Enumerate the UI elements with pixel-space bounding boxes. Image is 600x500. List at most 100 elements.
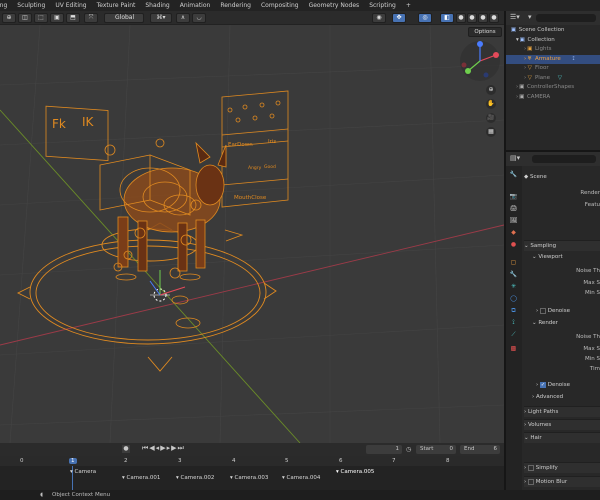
outliner-item-collection[interactable]: ▾▣ Collection <box>506 36 600 46</box>
shading-rendered-icon[interactable]: ● <box>489 13 499 23</box>
iris-label: Iris <box>268 139 277 145</box>
xray-icon[interactable]: ◧ <box>440 13 454 23</box>
particles-tab-icon[interactable]: ✳ <box>509 282 518 291</box>
current-frame-field[interactable]: 1 <box>366 445 402 454</box>
volumes-panel-header[interactable]: › Volumes <box>524 419 600 430</box>
outliner-item-scene-collection[interactable]: ▣ Scene Collection <box>506 26 600 36</box>
proportional-icon[interactable]: ∧ <box>176 13 190 23</box>
add-workspace-button[interactable]: + <box>401 0 416 11</box>
properties-search-input[interactable] <box>532 155 596 163</box>
gizmo-icon[interactable]: ✥ <box>392 13 406 23</box>
tab-scripting[interactable]: Scripting <box>364 0 401 11</box>
scene-tab-icon[interactable]: ◆ <box>509 228 518 237</box>
shading-material-icon[interactable]: ● <box>478 13 488 23</box>
tab-uv-editing[interactable]: UV Editing <box>50 0 91 11</box>
timeline-marker[interactable]: ▾ Camera.004 <box>282 475 320 481</box>
hair-panel-header[interactable]: ⌄ Hair <box>524 432 600 443</box>
denoise2-checkbox[interactable]: ✓ <box>539 381 546 388</box>
options-button[interactable]: Options <box>468 27 502 37</box>
outliner-item-armature[interactable]: ›♅ Armature ⟟ <box>506 54 600 64</box>
object-tab-icon[interactable]: ▢ <box>509 258 518 267</box>
properties-editor-icon[interactable]: ▤▾ <box>510 154 520 162</box>
tab-layout[interactable]: ing <box>0 0 12 11</box>
outliner-editor-icon[interactable]: ☰▾ <box>510 13 520 21</box>
sampling-panel-header[interactable]: ⌄ Sampling <box>524 240 600 251</box>
motion-blur-panel-header[interactable]: › Motion Blur <box>524 476 600 487</box>
tab-texture-paint[interactable]: Texture Paint <box>92 0 141 11</box>
denoise-checkbox[interactable] <box>539 307 546 314</box>
visibility-icon[interactable]: ◉ <box>372 13 386 23</box>
pan-hand-icon[interactable]: ✋ <box>486 99 496 109</box>
filter-icon[interactable]: ▾ <box>528 13 532 21</box>
shading-wire-icon[interactable]: ● <box>456 13 466 23</box>
marker-label: Camera.003 <box>234 475 269 481</box>
collection-icon: ▣ <box>519 93 525 100</box>
zoom-icon[interactable]: ⊕ <box>486 85 496 95</box>
navigation-gizmo[interactable] <box>458 39 502 83</box>
camera-view-icon[interactable]: 🎥 <box>486 113 496 123</box>
outliner-search-input[interactable] <box>536 14 596 22</box>
playback-controls[interactable]: ⏮◀◂▶▸▶⏭ <box>142 444 185 453</box>
record-icon[interactable]: ● <box>122 445 130 453</box>
timeline-marker[interactable]: ▾ Camera <box>70 469 96 475</box>
perspective-grid-icon[interactable]: ▦ <box>486 127 496 137</box>
playhead[interactable]: 1 <box>69 458 77 464</box>
tweak-icon[interactable]: ⬒ <box>66 13 80 23</box>
render-tab-icon[interactable]: 📷 <box>509 192 518 201</box>
viewport-subpanel-header[interactable]: ⌄ Viewport <box>524 252 600 262</box>
frame-tick: 0 <box>20 458 24 464</box>
light-paths-panel-header[interactable]: › Light Paths <box>524 406 600 417</box>
motion-blur-checkbox[interactable] <box>527 478 534 485</box>
outliner-item-lights[interactable]: ›▣ Lights <box>506 45 600 55</box>
world-tab-icon[interactable]: ● <box>509 240 518 249</box>
modifier-tab-icon[interactable]: 🔧 <box>509 270 518 279</box>
tab-animation[interactable]: Animation <box>175 0 216 11</box>
simplify-panel-header[interactable]: › Simplify <box>524 462 600 473</box>
ik-label: IK <box>82 115 94 129</box>
tab-shading[interactable]: Shading <box>140 0 174 11</box>
tab-compositing[interactable]: Compositing <box>256 0 304 11</box>
select-icon[interactable]: ⬚ <box>34 13 48 23</box>
output-tab-icon[interactable]: 🖨 <box>509 204 518 213</box>
pivot-icon[interactable]: ⊕ <box>2 13 16 23</box>
tab-geometry-nodes[interactable]: Geometry Nodes <box>304 0 365 11</box>
timeline-marker[interactable]: ▾ Camera.002 <box>176 475 214 481</box>
end-value: 6 <box>493 446 498 452</box>
falloff-icon[interactable]: ◡ <box>192 13 206 23</box>
denoise2-subpanel[interactable]: › ✓ Denoise <box>524 380 600 390</box>
data-tab-icon[interactable]: ⟟ <box>509 318 518 327</box>
transform-icon[interactable]: ⤧ <box>84 13 98 23</box>
overlay-icon[interactable]: ◎ <box>418 13 432 23</box>
constraints-tab-icon[interactable]: ⧉ <box>509 306 518 315</box>
simplify-checkbox[interactable] <box>527 464 534 471</box>
shading-solid-icon[interactable]: ● <box>467 13 477 23</box>
advanced-subpanel-header[interactable]: › Advanced <box>524 392 600 402</box>
snap-icon[interactable]: ⌘▾ <box>150 13 172 23</box>
box-select-icon[interactable]: ▣ <box>50 13 64 23</box>
physics-tab-icon[interactable]: ◯ <box>509 294 518 303</box>
timeline-marker[interactable]: ▾ Camera.003 <box>230 475 268 481</box>
tab-rendering[interactable]: Rendering <box>215 0 256 11</box>
end-frame-field[interactable]: End 6 <box>460 445 500 454</box>
orientation-dropdown[interactable]: Global <box>104 13 144 23</box>
denoise-subpanel[interactable]: › Denoise <box>524 306 600 316</box>
start-frame-field[interactable]: Start 0 <box>416 445 456 454</box>
timeline-marker-selected[interactable]: ▾ Camera.005 <box>336 469 374 475</box>
advanced-label: Advanced <box>535 394 564 400</box>
outliner-item-plane[interactable]: ›▽ Plane ▽ <box>506 74 600 84</box>
outliner-item-controllershapes[interactable]: ›▣ ControllerShapes <box>506 83 600 93</box>
hair-label: Hair <box>530 435 542 441</box>
status-bar: ◖ Object Context Menu <box>0 490 600 500</box>
tab-sculpting[interactable]: Sculpting <box>12 0 50 11</box>
clock-icon[interactable]: ◷ <box>406 445 414 454</box>
tool-tab-icon[interactable]: 🔧 <box>509 170 518 179</box>
view-layer-tab-icon[interactable]: 🖼 <box>509 216 518 225</box>
texture-tab-icon[interactable]: ▩ <box>509 344 518 353</box>
outliner-item-camera[interactable]: ›▣ CAMERA <box>506 93 600 103</box>
view-icon[interactable]: ◫ <box>18 13 32 23</box>
3d-viewport[interactable]: Fk IK EarDown Iris Angry Good MouthClose… <box>0 25 504 443</box>
timeline-marker[interactable]: ▾ Camera.001 <box>122 475 160 481</box>
render-subpanel-header[interactable]: ⌄ Render <box>524 318 600 328</box>
bone-tab-icon[interactable]: ⟋ <box>509 330 518 339</box>
outliner-item-floor[interactable]: ›▽ Floor <box>506 64 600 74</box>
